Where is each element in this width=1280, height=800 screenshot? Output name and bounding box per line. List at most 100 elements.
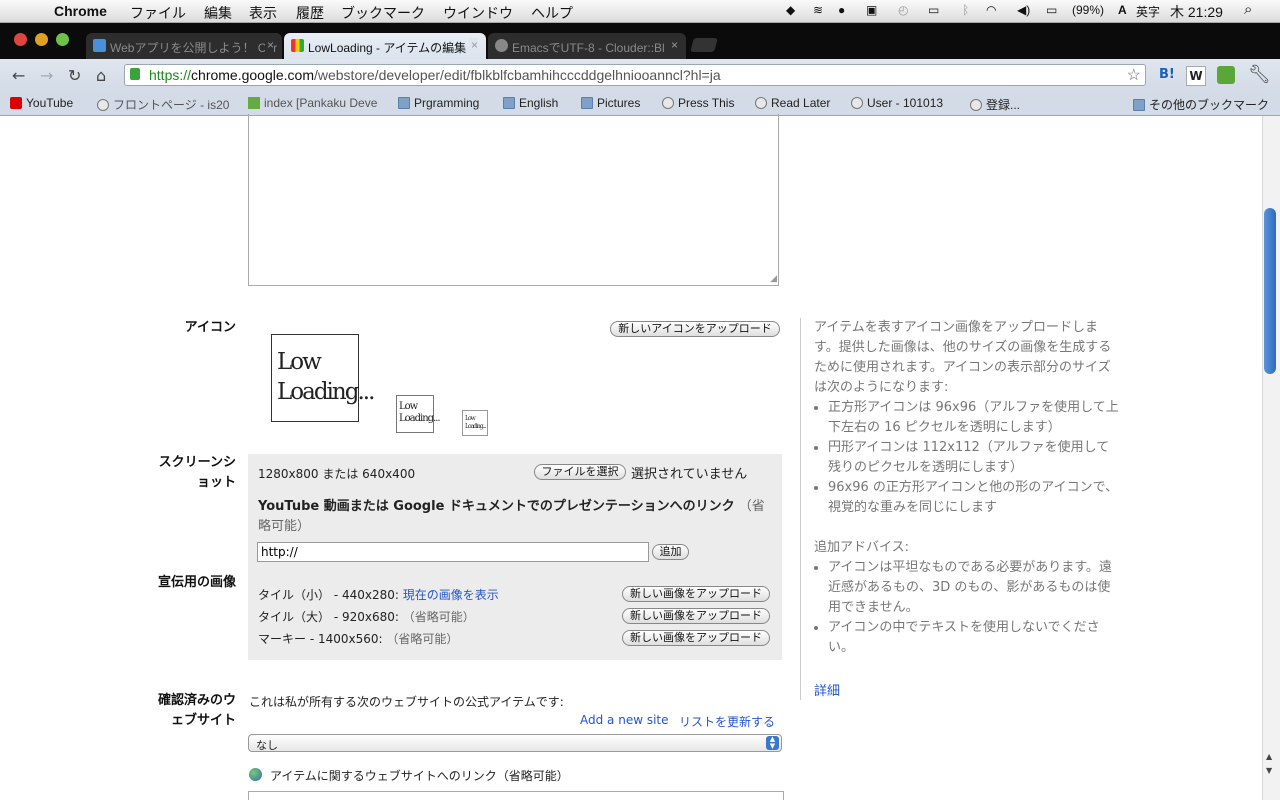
- select-value: なし: [256, 739, 278, 752]
- new-tab-button[interactable]: [690, 38, 718, 52]
- globe-icon: [495, 39, 508, 52]
- bookmark-frontpage[interactable]: フロントページ - is20: [97, 96, 229, 113]
- bookmark-index[interactable]: index [Pankaku Deve: [248, 96, 377, 110]
- scroll-up-icon[interactable]: ▲: [1266, 752, 1272, 761]
- verified-site-select[interactable]: なし ▲ ▼: [248, 734, 782, 752]
- details-link[interactable]: 詳細: [814, 680, 840, 699]
- battery-icon[interactable]: ▭: [1046, 3, 1057, 17]
- upload-marquee-button[interactable]: 新しい画像をアップロード: [622, 630, 770, 646]
- upload-small-tile-button[interactable]: 新しい画像をアップロード: [622, 586, 770, 602]
- pencil-icon: [248, 97, 260, 109]
- menu-history[interactable]: 履歴: [296, 3, 324, 23]
- sync-icon[interactable]: ≋: [813, 3, 823, 17]
- webstore-favicon-icon: [291, 39, 304, 52]
- zoom-window-icon[interactable]: [56, 33, 69, 46]
- bluetooth-icon[interactable]: ᛒ: [962, 3, 969, 17]
- globe-icon: [662, 97, 674, 109]
- menu-window[interactable]: ウインドウ: [443, 3, 513, 23]
- clock[interactable]: 木 21:29: [1170, 2, 1223, 22]
- choose-file-button[interactable]: ファイルを選択: [534, 464, 626, 480]
- minimize-window-icon[interactable]: [35, 33, 48, 46]
- home-icon[interactable]: ⌂: [96, 66, 106, 85]
- menu-file[interactable]: ファイル: [130, 3, 186, 23]
- add-video-button[interactable]: 追加: [652, 544, 689, 560]
- youtube-icon: [10, 97, 22, 109]
- icon-preview-48: Low Loading...: [396, 395, 441, 433]
- status-icon[interactable]: ●: [838, 3, 845, 17]
- input-method-icon[interactable]: A: [1118, 3, 1127, 17]
- globe-icon: [970, 99, 982, 111]
- dropbox-icon[interactable]: ◆: [786, 3, 795, 17]
- refresh-list-link[interactable]: リストを更新する: [679, 713, 775, 730]
- screenshot-label-line1: スクリーンシ: [158, 455, 236, 470]
- upload-large-tile-button[interactable]: 新しい画像をアップロード: [622, 608, 770, 624]
- volume-icon[interactable]: ◀): [1017, 3, 1030, 17]
- folder-icon: [1133, 99, 1145, 111]
- close-tab-icon[interactable]: ×: [668, 38, 678, 52]
- verified-label-line2: ェブサイト: [170, 713, 236, 728]
- bookmark-programming[interactable]: Prgramming: [398, 96, 479, 110]
- wifi-icon[interactable]: ◠: [986, 3, 996, 17]
- app-status-icon[interactable]: ▣: [866, 3, 877, 17]
- bookmark-register[interactable]: 登録...: [970, 96, 1020, 113]
- tab-webapp[interactable]: Webアプリを公開しよう！ Chr ×: [86, 33, 282, 59]
- w-extension-icon[interactable]: W: [1186, 66, 1206, 86]
- wrench-menu-icon[interactable]: 🔧︎: [1248, 64, 1271, 85]
- upload-icon-button[interactable]: 新しいアイコンをアップロード: [610, 321, 780, 337]
- help-divider: [800, 318, 801, 700]
- promo-name: マーキー - 1400x560:: [258, 632, 383, 646]
- tab-title: LowLoading - アイテムの編集: [308, 41, 467, 55]
- tab-strip: Webアプリを公開しよう！ Chr × LowLoading - アイテムの編集…: [0, 23, 1280, 59]
- verified-label-line1: 確認済みのウ: [157, 693, 236, 708]
- tab-title: Webアプリを公開しよう！ Chr: [110, 41, 278, 55]
- time-machine-icon[interactable]: ◴: [898, 3, 908, 17]
- resize-handle-icon[interactable]: ◢: [770, 274, 777, 284]
- app-menu[interactable]: Chrome: [54, 3, 107, 19]
- menu-bookmarks[interactable]: ブックマーク: [341, 3, 425, 23]
- file-status: 選択されていません: [631, 467, 748, 482]
- folder-icon: [581, 97, 593, 109]
- description-textarea[interactable]: ◢: [248, 114, 779, 286]
- other-bookmarks[interactable]: その他のブックマーク: [1133, 96, 1269, 113]
- verified-site-label: 確認済みのウ ェブサイト: [140, 691, 236, 731]
- scrollbar-thumb[interactable]: [1264, 208, 1276, 374]
- add-new-site-link[interactable]: Add a new site: [580, 713, 669, 727]
- optional-note: （省略可能）: [386, 632, 459, 646]
- bookmark-user[interactable]: User - 101013: [851, 96, 943, 110]
- menu-help[interactable]: ヘルプ: [531, 3, 573, 23]
- website-url-input[interactable]: [248, 791, 784, 800]
- icon-help-text: アイテムを表すアイコン画像をアップロードします。提供した画像は、他のサイズの画像…: [814, 318, 1119, 518]
- forward-icon[interactable]: →: [40, 66, 53, 85]
- menu-view[interactable]: 表示: [249, 3, 277, 23]
- hatena-bookmark-icon[interactable]: B!: [1159, 67, 1175, 82]
- bookmark-youtube[interactable]: YouTube: [10, 96, 73, 110]
- screenshot-size-text: 1280x800 または 640x400: [258, 467, 416, 481]
- address-bar[interactable]: https://chrome.google.com/webstore/devel…: [124, 64, 1146, 86]
- battery-percent: (99%): [1072, 3, 1105, 17]
- bookmark-english[interactable]: English: [503, 96, 558, 110]
- video-link-heading: YouTube 動画または Google ドキュメントでのプレゼンテーションへの…: [258, 499, 735, 514]
- promo-row: タイル（大） - 920x680: （省略可能）: [258, 606, 499, 628]
- spotlight-icon[interactable]: ⌕: [1244, 1, 1252, 18]
- icon-help-intro: アイテムを表すアイコン画像をアップロードします。提供した画像は、他のサイズの画像…: [814, 320, 1112, 395]
- close-window-icon[interactable]: [14, 33, 27, 46]
- tab-lowloading[interactable]: LowLoading - アイテムの編集 ×: [284, 33, 486, 59]
- close-tab-icon[interactable]: ×: [264, 38, 274, 52]
- bookmark-read-later[interactable]: Read Later: [755, 96, 830, 110]
- menu-edit[interactable]: 編集: [204, 3, 232, 23]
- reload-icon[interactable]: ↻: [68, 66, 81, 85]
- view-current-image-link[interactable]: 現在の画像を表示: [403, 588, 499, 602]
- evernote-icon[interactable]: [1217, 66, 1235, 84]
- video-url-input[interactable]: [257, 542, 649, 562]
- star-icon[interactable]: ☆: [1127, 65, 1141, 85]
- scroll-down-icon[interactable]: ▼: [1266, 766, 1272, 775]
- input-method-label[interactable]: 英字: [1136, 3, 1160, 20]
- close-tab-icon[interactable]: ×: [468, 38, 478, 52]
- list-item: 正方形アイコンは 96x96（アルファを使用して上下左右の 16 ピクセルを透明…: [828, 398, 1119, 438]
- bookmark-pictures[interactable]: Pictures: [581, 96, 640, 110]
- display-icon[interactable]: ▭: [928, 3, 939, 17]
- tab-emacs[interactable]: EmacsでUTF-8 - Clouder::Bl ×: [488, 33, 686, 59]
- back-icon[interactable]: ←: [12, 66, 25, 85]
- bookmark-press-this[interactable]: Press This: [662, 96, 734, 110]
- promo-name: タイル（小） - 440x280:: [258, 588, 399, 602]
